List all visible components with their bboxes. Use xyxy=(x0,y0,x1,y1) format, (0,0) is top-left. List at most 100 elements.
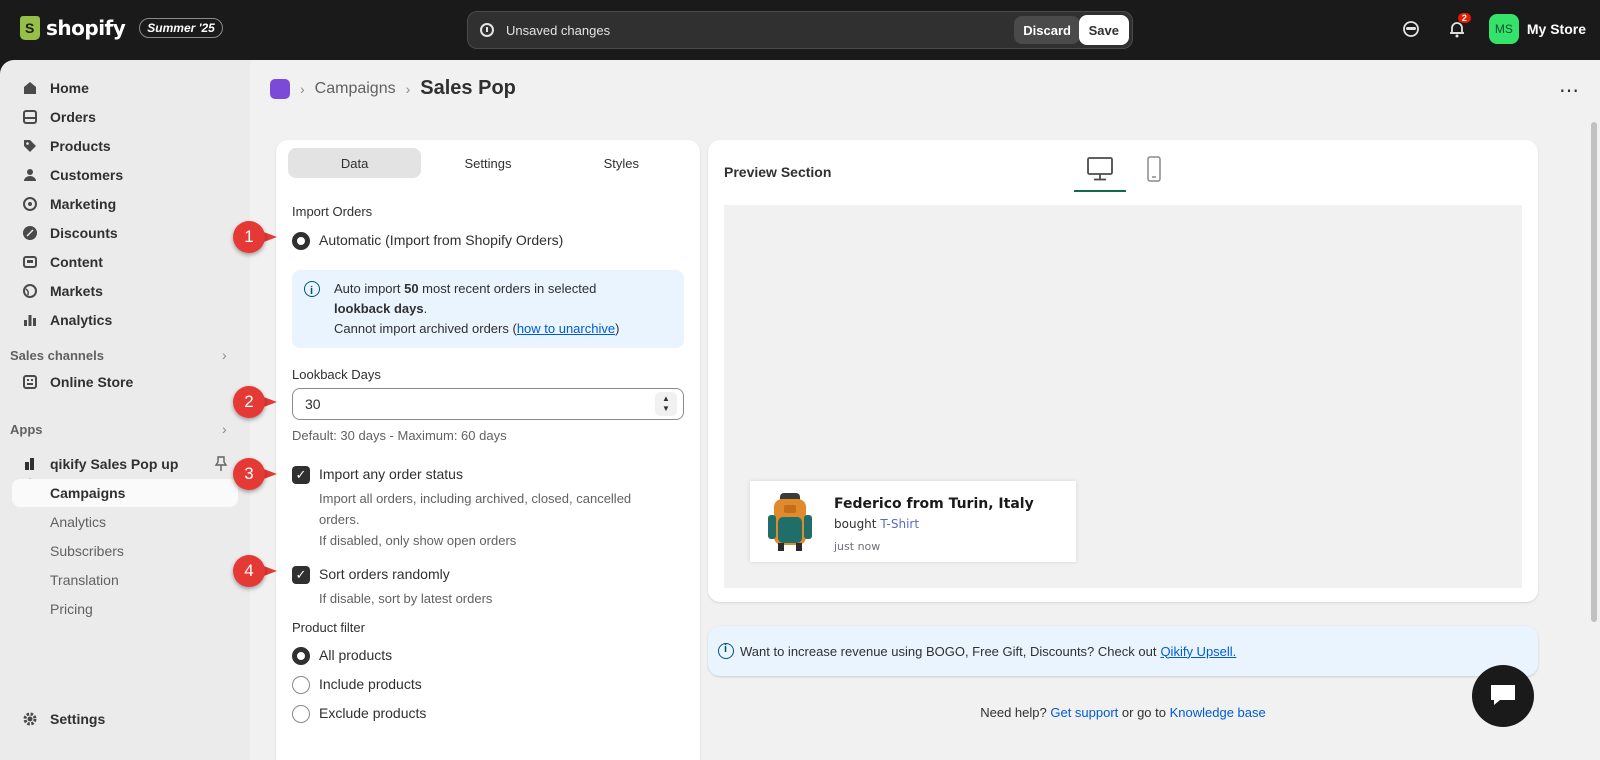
sidebar-item-campaigns[interactable]: Campaigns xyxy=(12,479,238,507)
annotation-marker-2: 2 xyxy=(233,386,277,418)
lookback-days-label: Lookback Days xyxy=(292,367,381,382)
page-title: Sales Pop xyxy=(420,77,516,99)
desktop-view-tab[interactable] xyxy=(1074,154,1126,192)
sidebar-item-label: Discounts xyxy=(50,225,118,241)
pin-icon[interactable] xyxy=(214,456,228,475)
lookback-days-value: 30 xyxy=(305,396,321,412)
top-right-actions: 2 MS My Store xyxy=(1397,13,1586,44)
sidebar: Home Orders Products Customers Marketing… xyxy=(0,60,250,760)
sales-channels-heading[interactable]: Sales channels xyxy=(10,348,104,363)
import-any-status-checkbox[interactable]: ✓ xyxy=(292,466,310,484)
app-logo-icon[interactable] xyxy=(270,78,290,99)
scrollbar-thumb[interactable] xyxy=(1591,122,1597,622)
sales-pop-notification[interactable]: Federico from Turin, Italy bought T-Shir… xyxy=(750,481,1076,562)
sidekick-icon[interactable] xyxy=(1397,15,1425,43)
sidebar-item-analytics[interactable]: Analytics xyxy=(12,306,238,334)
sidebar-item-pricing[interactable]: Pricing xyxy=(12,595,238,623)
lookback-days-help: Default: 30 days - Maximum: 60 days xyxy=(292,428,507,443)
filter-all-products-radio[interactable] xyxy=(292,647,310,665)
gear-icon xyxy=(22,711,38,727)
sidebar-item-discounts[interactable]: Discounts xyxy=(12,219,238,247)
breadcrumb: › Campaigns › Sales Pop xyxy=(270,77,516,100)
get-support-link[interactable]: Get support xyxy=(1050,705,1118,720)
apps-heading[interactable]: Apps xyxy=(10,422,43,437)
edition-badge[interactable]: Summer '25 xyxy=(139,18,223,38)
store-name[interactable]: My Store xyxy=(1527,21,1586,37)
chevron-right-icon[interactable]: › xyxy=(222,421,227,437)
unsaved-text: Unsaved changes xyxy=(506,22,611,38)
sidebar-item-content[interactable]: Content xyxy=(12,248,238,276)
filter-exclude-products-label[interactable]: Exclude products xyxy=(319,705,426,721)
how-to-unarchive-link[interactable]: how to unarchive xyxy=(517,321,615,336)
content-icon xyxy=(22,254,38,270)
sidebar-item-app-analytics[interactable]: Analytics xyxy=(12,508,238,536)
knowledge-base-link[interactable]: Knowledge base xyxy=(1170,705,1266,720)
annotation-number: 1 xyxy=(233,221,265,253)
shopify-bag-icon xyxy=(20,16,40,40)
sort-randomly-checkbox[interactable]: ✓ xyxy=(292,566,310,584)
qikify-upsell-link[interactable]: Qikify Upsell. xyxy=(1160,644,1236,659)
sidebar-item-customers[interactable]: Customers xyxy=(12,161,238,189)
tab-styles[interactable]: Styles xyxy=(555,148,688,178)
sidebar-item-label: Translation xyxy=(50,572,119,588)
filter-exclude-products-radio[interactable] xyxy=(292,705,310,723)
popup-product-link[interactable]: T-Shirt xyxy=(880,517,919,531)
sidebar-item-label: Online Store xyxy=(50,374,134,390)
info-line-1: Auto import 50 most recent orders in sel… xyxy=(334,281,597,296)
import-automatic-radio[interactable] xyxy=(292,232,310,250)
sort-randomly-label[interactable]: Sort orders randomly xyxy=(319,566,450,582)
shopify-logo[interactable]: shopify Summer '25 xyxy=(20,16,223,40)
sidebar-item-subscribers[interactable]: Subscribers xyxy=(12,537,238,565)
save-button[interactable]: Save xyxy=(1078,15,1129,45)
target-icon xyxy=(22,196,38,212)
sidebar-item-products[interactable]: Products xyxy=(12,132,238,160)
sidebar-item-settings[interactable]: Settings xyxy=(12,705,238,733)
chevron-right-icon[interactable]: › xyxy=(222,347,227,363)
alert-icon xyxy=(480,23,494,37)
sidebar-item-label: qikify Sales Pop up xyxy=(50,456,179,472)
breadcrumb-separator: › xyxy=(405,80,411,97)
mobile-view-tab[interactable] xyxy=(1144,154,1164,182)
import-any-status-help: If disabled, only show open orders xyxy=(319,533,517,548)
help-prefix: Need help? xyxy=(980,705,1051,720)
campaign-settings-card: Data Settings Styles Import Orders Autom… xyxy=(276,140,700,760)
sidebar-item-orders[interactable]: Orders xyxy=(12,103,238,131)
discount-icon xyxy=(22,225,38,241)
sidebar-item-qikify-app[interactable]: qikify Sales Pop up xyxy=(12,450,238,478)
breadcrumb-campaigns-link[interactable]: Campaigns xyxy=(315,80,396,98)
sidebar-item-home[interactable]: Home xyxy=(12,74,238,102)
more-actions-icon[interactable]: ⋯ xyxy=(1559,78,1580,103)
sidebar-item-label: Products xyxy=(50,138,111,154)
import-orders-label: Import Orders xyxy=(292,204,373,219)
filter-include-products-label[interactable]: Include products xyxy=(319,676,422,692)
notifications-bell-icon[interactable]: 2 xyxy=(1443,13,1471,43)
import-automatic-label[interactable]: Automatic (Import from Shopify Orders) xyxy=(319,232,563,248)
sidebar-item-markets[interactable]: Markets xyxy=(12,277,238,305)
sidebar-item-label: Settings xyxy=(50,711,106,727)
sidebar-item-online-store[interactable]: Online Store xyxy=(12,368,238,396)
filter-include-products-radio[interactable] xyxy=(292,676,310,694)
sidebar-item-marketing[interactable]: Marketing xyxy=(12,190,238,218)
filter-all-products-label[interactable]: All products xyxy=(319,647,392,663)
help-footer: Need help? Get support or go to Knowledg… xyxy=(708,705,1538,720)
store-avatar[interactable]: MS xyxy=(1488,14,1519,44)
sidebar-item-label: Pricing xyxy=(50,601,93,617)
annotation-marker-3: 3 xyxy=(233,458,277,490)
sidebar-item-label: Campaigns xyxy=(50,485,126,501)
info-line-3: Cannot import archived orders (how to un… xyxy=(334,321,620,336)
page-scrollbar[interactable] xyxy=(1588,60,1600,760)
sidebar-item-translation[interactable]: Translation xyxy=(12,566,238,594)
tab-settings[interactable]: Settings xyxy=(421,148,554,178)
preview-canvas: Federico from Turin, Italy bought T-Shir… xyxy=(724,205,1522,588)
import-any-status-help: Import all orders, including archived, c… xyxy=(319,491,632,506)
lookback-days-input[interactable]: 30 ▲ ▼ xyxy=(292,388,684,420)
tab-data[interactable]: Data xyxy=(288,148,422,178)
import-info-banner: Auto import 50 most recent orders in sel… xyxy=(292,270,684,348)
lookback-days-stepper[interactable]: ▲ ▼ xyxy=(655,392,677,416)
chat-support-button[interactable] xyxy=(1472,665,1534,727)
import-any-status-label[interactable]: Import any order status xyxy=(319,466,463,482)
sidebar-item-label: Analytics xyxy=(50,514,107,530)
sidebar-item-label: Content xyxy=(50,254,103,270)
annotation-marker-4: 4 xyxy=(233,555,277,587)
discard-button[interactable]: Discard xyxy=(1014,16,1080,44)
